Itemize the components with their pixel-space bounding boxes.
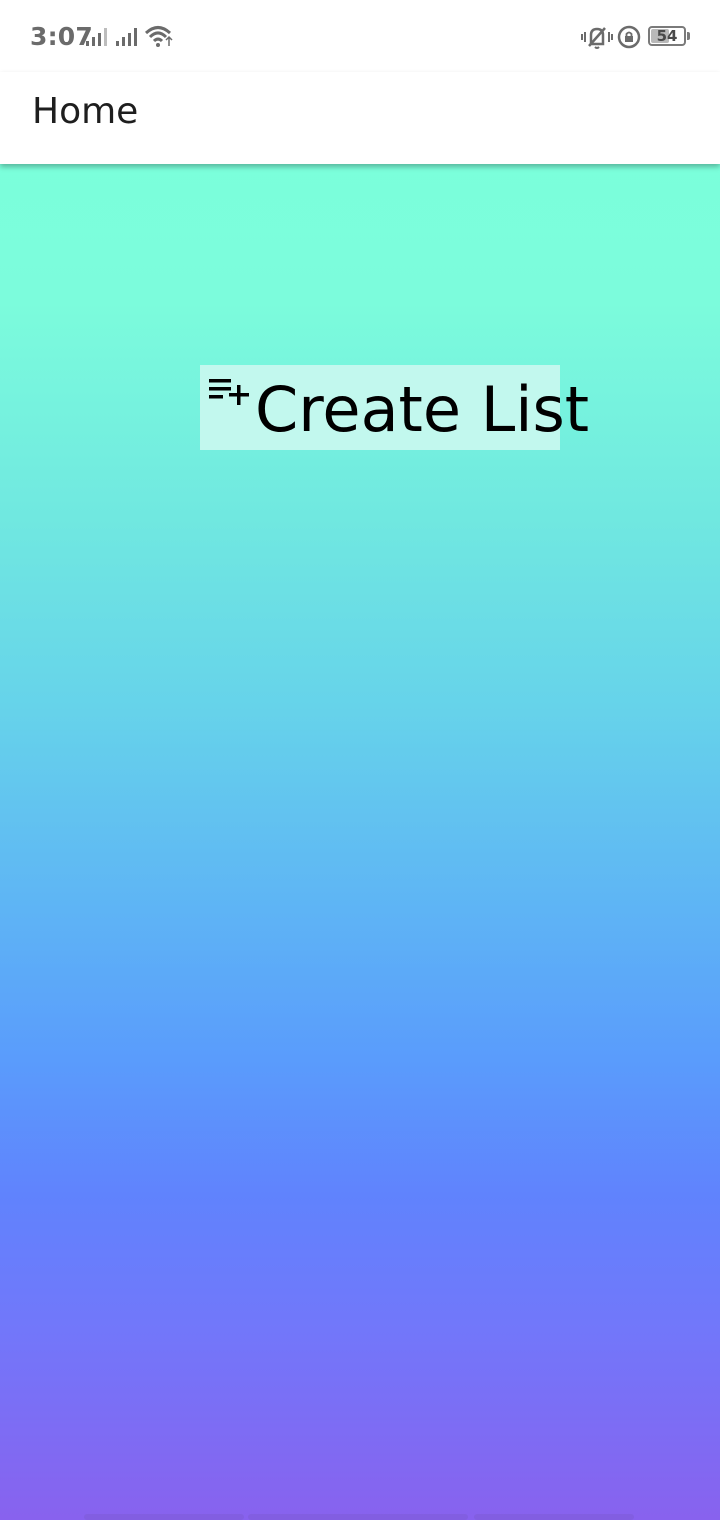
nav-handle xyxy=(84,1514,244,1520)
status-time: 3:07 xyxy=(30,22,93,51)
battery-tip xyxy=(687,32,690,40)
app-bar: Home xyxy=(0,72,720,164)
create-list-button[interactable]: Create List xyxy=(200,365,589,450)
signal-icon xyxy=(116,28,137,46)
page-title: Home xyxy=(32,91,139,132)
vibrate-icon xyxy=(581,27,613,49)
rotation-lock-icon xyxy=(617,25,641,49)
signal-icon xyxy=(86,28,107,46)
wifi-icon xyxy=(144,26,173,47)
status-bar: 3:07 54 xyxy=(0,0,720,72)
create-list-label: Create List xyxy=(255,373,590,446)
nav-handle xyxy=(248,1514,468,1520)
battery-level: 54 xyxy=(656,27,678,45)
battery-icon: 54 xyxy=(648,26,686,46)
playlist-add-icon xyxy=(209,379,249,405)
nav-handle xyxy=(474,1514,634,1520)
main-content: Create List xyxy=(0,164,720,1520)
